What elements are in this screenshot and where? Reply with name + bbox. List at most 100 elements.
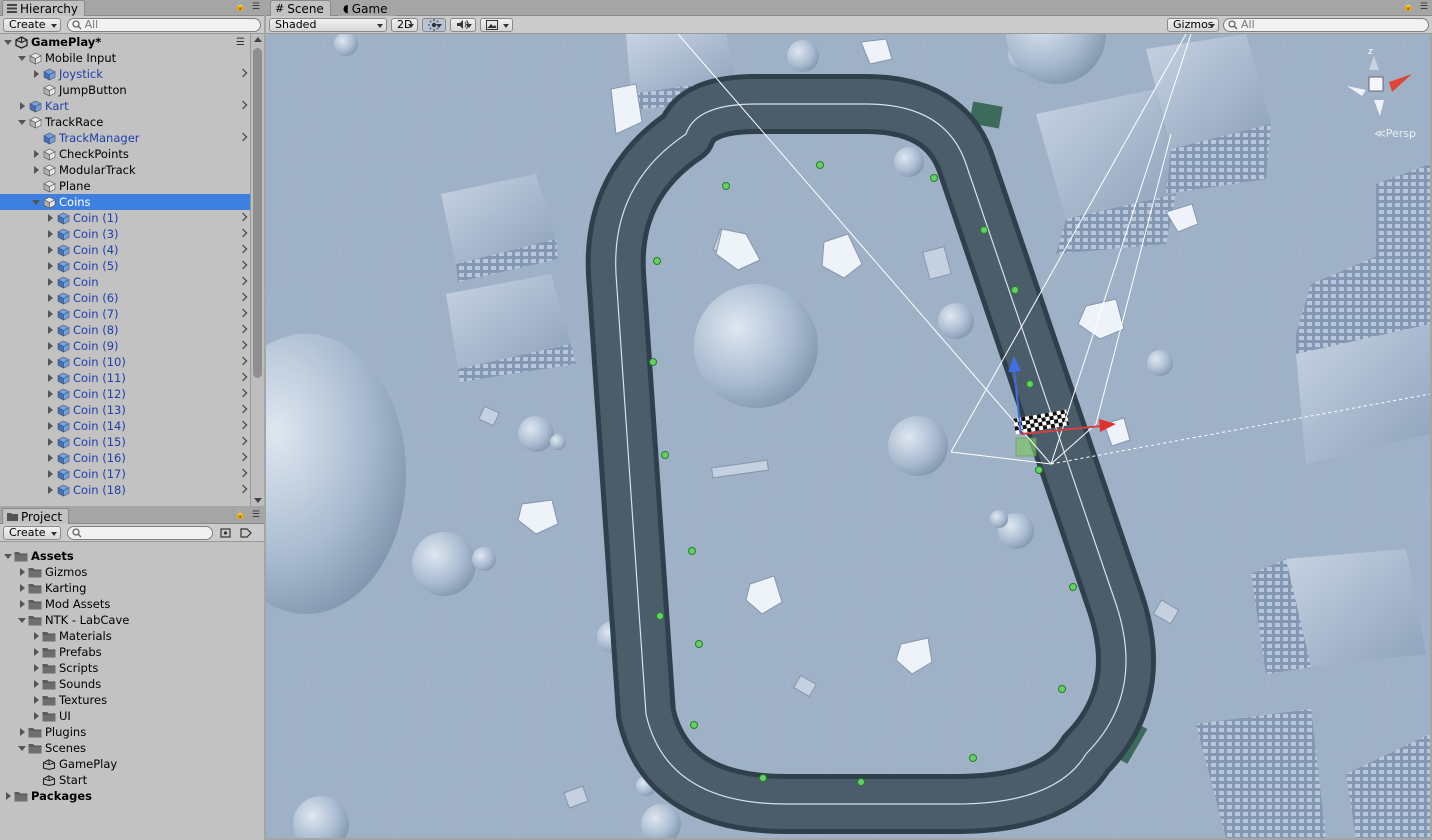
hierarchy-row[interactable]: Coin (6) <box>0 290 250 306</box>
filter-by-type-icon[interactable] <box>219 527 233 539</box>
hierarchy-row[interactable]: Coin (18) <box>0 482 250 498</box>
foldout-arrow[interactable] <box>17 583 27 593</box>
foldout-arrow[interactable] <box>45 405 55 415</box>
hierarchy-row[interactable]: Coin (1) <box>0 210 250 226</box>
hierarchy-row[interactable]: Coin (13) <box>0 402 250 418</box>
project-row[interactable]: NTK - LabCave <box>0 612 264 628</box>
open-prefab-chevron-icon[interactable] <box>238 292 248 302</box>
hierarchy-row[interactable]: Coin (3) <box>0 226 250 242</box>
filter-by-label-icon[interactable] <box>239 527 253 539</box>
foldout-arrow[interactable] <box>3 791 13 801</box>
shading-mode-dropdown[interactable]: Shaded <box>269 17 387 32</box>
hierarchy-row[interactable]: Coin (11) <box>0 370 250 386</box>
panel-menu-icon[interactable]: ☰ <box>252 2 260 12</box>
open-prefab-chevron-icon[interactable] <box>238 308 248 318</box>
foldout-arrow[interactable] <box>45 293 55 303</box>
hierarchy-row[interactable]: TrackManager <box>0 130 250 146</box>
project-row[interactable]: Scenes <box>0 740 264 756</box>
foldout-arrow[interactable] <box>31 149 41 159</box>
foldout-arrow[interactable] <box>3 551 13 561</box>
foldout-arrow[interactable] <box>31 69 41 79</box>
hierarchy-row[interactable]: Coin (4) <box>0 242 250 258</box>
foldout-arrow[interactable] <box>3 37 13 47</box>
hierarchy-row[interactable]: Coin (10) <box>0 354 250 370</box>
foldout-arrow[interactable] <box>45 341 55 351</box>
open-prefab-chevron-icon[interactable] <box>238 468 248 478</box>
lock-icon[interactable]: 🔒 <box>235 2 246 12</box>
project-row[interactable]: Assets <box>0 548 264 564</box>
foldout-arrow[interactable] <box>45 437 55 447</box>
foldout-arrow[interactable] <box>31 711 41 721</box>
scene-viewport[interactable]: z ≪Persp <box>266 34 1430 838</box>
project-row[interactable]: Start <box>0 772 264 788</box>
hierarchy-row[interactable]: ModularTrack <box>0 162 250 178</box>
hierarchy-scrollbar[interactable] <box>250 34 264 506</box>
foldout-arrow[interactable] <box>45 389 55 399</box>
open-prefab-chevron-icon[interactable] <box>238 260 248 270</box>
hierarchy-row[interactable]: Coin (14) <box>0 418 250 434</box>
foldout-arrow[interactable] <box>17 615 27 625</box>
open-prefab-chevron-icon[interactable] <box>238 340 248 350</box>
tab-game[interactable]: ◖ Game <box>338 0 395 16</box>
project-row[interactable]: Sounds <box>0 676 264 692</box>
foldout-arrow[interactable] <box>17 727 27 737</box>
foldout-arrow[interactable] <box>45 213 55 223</box>
hierarchy-row[interactable]: JumpButton <box>0 82 250 98</box>
open-prefab-chevron-icon[interactable] <box>238 356 248 366</box>
panel-menu-icon[interactable]: ☰ <box>252 510 260 520</box>
project-row[interactable]: Packages <box>0 788 264 804</box>
open-prefab-chevron-icon[interactable] <box>238 276 248 286</box>
tab-hierarchy[interactable]: Hierarchy <box>2 0 86 16</box>
foldout-arrow[interactable] <box>31 679 41 689</box>
foldout-arrow[interactable] <box>17 599 27 609</box>
open-prefab-chevron-icon[interactable] <box>238 132 248 142</box>
open-prefab-chevron-icon[interactable] <box>238 68 248 78</box>
foldout-arrow[interactable] <box>45 309 55 319</box>
open-prefab-chevron-icon[interactable] <box>238 436 248 446</box>
open-prefab-chevron-icon[interactable] <box>238 324 248 334</box>
scroll-thumb[interactable] <box>253 48 262 378</box>
scroll-down-arrow[interactable] <box>254 498 262 503</box>
gizmos-dropdown[interactable]: Gizmos <box>1167 17 1219 32</box>
hierarchy-row[interactable]: CheckPoints <box>0 146 250 162</box>
scene-root-row[interactable]: GamePlay* ☰ <box>0 34 250 50</box>
foldout-arrow[interactable] <box>31 647 41 657</box>
hierarchy-row[interactable]: Plane <box>0 178 250 194</box>
hierarchy-row[interactable]: Coin (15) <box>0 434 250 450</box>
effects-dropdown[interactable] <box>480 17 514 32</box>
foldout-arrow[interactable] <box>17 101 27 111</box>
foldout-arrow[interactable] <box>17 743 27 753</box>
hierarchy-row[interactable]: Coin (7) <box>0 306 250 322</box>
open-prefab-chevron-icon[interactable] <box>238 372 248 382</box>
hierarchy-row[interactable]: Joystick <box>0 66 250 82</box>
open-prefab-chevron-icon[interactable] <box>238 228 248 238</box>
foldout-arrow[interactable] <box>31 695 41 705</box>
open-prefab-chevron-icon[interactable] <box>238 212 248 222</box>
tab-project[interactable]: Project <box>2 508 70 524</box>
foldout-arrow[interactable] <box>45 421 55 431</box>
hierarchy-row[interactable]: Coin (5) <box>0 258 250 274</box>
project-row[interactable]: Textures <box>0 692 264 708</box>
hierarchy-row[interactable]: Coin (8) <box>0 322 250 338</box>
hierarchy-row[interactable]: Coin <box>0 274 250 290</box>
project-row[interactable]: Mod Assets <box>0 596 264 612</box>
project-row[interactable]: Plugins <box>0 724 264 740</box>
lock-icon[interactable]: 🔒 <box>235 510 246 520</box>
foldout-arrow[interactable] <box>45 261 55 271</box>
hierarchy-search-input[interactable]: All <box>66 17 261 32</box>
foldout-arrow[interactable] <box>31 197 41 207</box>
open-prefab-chevron-icon[interactable] <box>238 452 248 462</box>
audio-toggle-button[interactable] <box>450 17 477 32</box>
foldout-arrow[interactable] <box>31 631 41 641</box>
foldout-arrow[interactable] <box>45 453 55 463</box>
hierarchy-row[interactable]: Coins <box>0 194 250 210</box>
open-prefab-chevron-icon[interactable] <box>238 100 248 110</box>
scene-menu-icon[interactable]: ☰ <box>236 37 245 48</box>
lighting-toggle-button[interactable] <box>422 17 447 32</box>
scene-search-input[interactable]: All <box>1223 17 1429 32</box>
foldout-arrow[interactable] <box>45 357 55 367</box>
open-prefab-chevron-icon[interactable] <box>238 484 248 494</box>
project-row[interactable]: GamePlay <box>0 756 264 772</box>
foldout-arrow[interactable] <box>17 117 27 127</box>
foldout-arrow[interactable] <box>45 469 55 479</box>
